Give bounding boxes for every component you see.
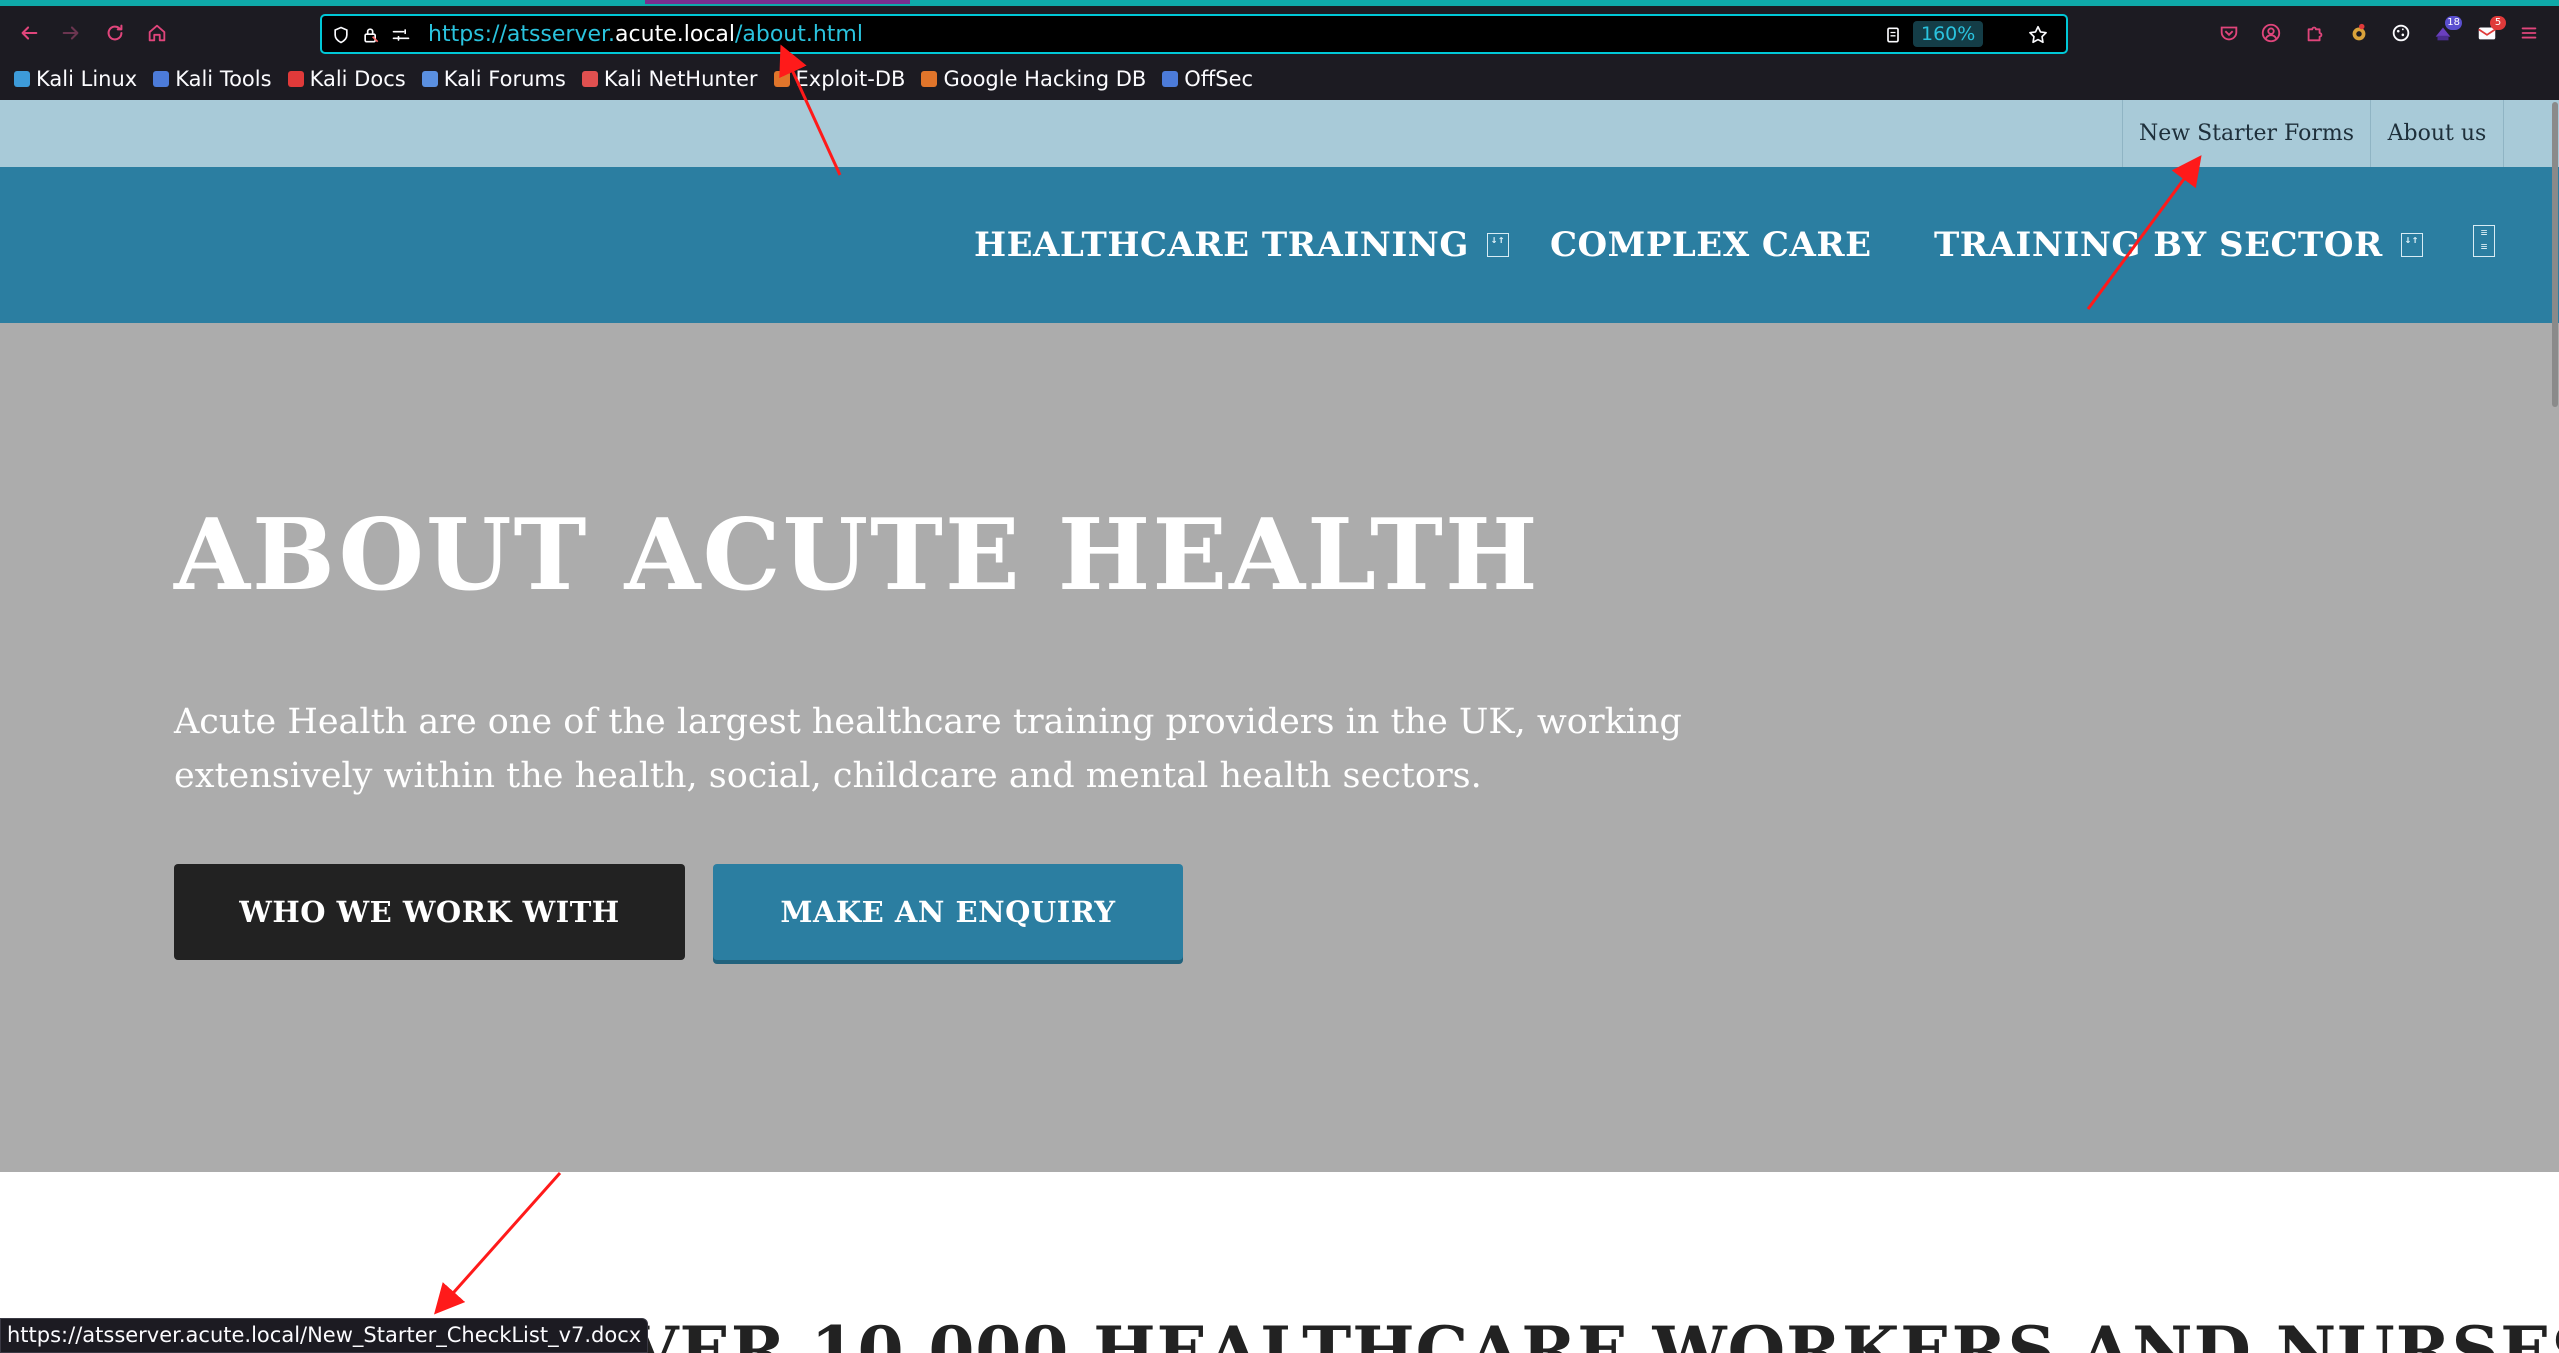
main-navigation: HEALTHCARE TRAINING ↓↑ COMPLEX CARE TRAI…: [0, 167, 2559, 323]
kali-forums-icon: [421, 71, 438, 87]
back-button[interactable]: [14, 18, 44, 48]
nav-label: COMPLEX CARE: [1550, 225, 1872, 265]
url-path: /about.html: [734, 22, 863, 47]
url-prefix: https://atsserver.: [428, 22, 616, 47]
reload-icon: [107, 24, 123, 41]
address-bar[interactable]: https://atsserver.acute.local/about.html…: [320, 14, 2068, 54]
bookmarks-toolbar: Kali Linux Kali Tools Kali Docs Kali For…: [0, 62, 2559, 96]
notification-extension-icon[interactable]: 18: [2430, 16, 2462, 46]
forward-arrow-icon: [62, 26, 79, 40]
bookmark-kali-docs[interactable]: Kali Docs: [287, 67, 406, 91]
make-an-enquiry-button[interactable]: MAKE AN ENQUIRY: [713, 864, 1183, 960]
kali-dragon-icon: [14, 71, 30, 87]
utility-bar: New Starter Forms About us: [0, 100, 2559, 167]
stats-heading: OVER 10,000 HEALTHCARE WORKERS AND NURSE…: [570, 1312, 2559, 1353]
url-host: acute.local: [615, 22, 735, 47]
page-scrollbar-thumb[interactable]: [2552, 102, 2558, 407]
active-tab-indicator[interactable]: [645, 0, 910, 4]
home-icon: [148, 24, 166, 42]
bookmark-label: Kali NetHunter: [603, 67, 758, 91]
bookmark-label: Kali Docs: [309, 67, 406, 91]
back-arrow-icon: [21, 26, 38, 40]
about-us-link[interactable]: About us: [2370, 100, 2504, 167]
nethunter-icon: [581, 71, 598, 87]
nav-healthcare-training[interactable]: HEALTHCARE TRAINING ↓↑: [974, 167, 1509, 323]
zoom-level-button[interactable]: 160%: [1913, 21, 1984, 47]
reload-button[interactable]: [100, 18, 130, 48]
browser-chrome: https://atsserver.acute.local/about.html…: [0, 0, 2559, 100]
page-title: ABOUT ACUTE HEALTH: [174, 498, 1540, 613]
exploit-db-icon: [773, 71, 790, 87]
nav-label: HEALTHCARE TRAINING: [974, 225, 1469, 265]
bookmark-kali-forums[interactable]: Kali Forums: [421, 67, 566, 91]
tracking-shield-icon[interactable]: [330, 24, 352, 46]
dropdown-caret-icon[interactable]: ↓↑: [2400, 233, 2423, 257]
account-icon[interactable]: [2258, 20, 2284, 46]
bookmark-label: OffSec: [1184, 67, 1254, 91]
window-top-accent: [0, 0, 2559, 6]
web-page: New Starter Forms About us HEALTHCARE TR…: [0, 100, 2559, 1353]
dropdown-caret-icon[interactable]: ↓↑: [1486, 233, 1509, 257]
link-status-tooltip: https://atsserver.acute.local/New_Starte…: [0, 1318, 649, 1353]
mail-count-badge: 5: [2490, 16, 2506, 30]
bookmark-label: Exploit-DB: [795, 67, 906, 91]
kali-tools-icon: [153, 71, 170, 87]
bookmark-offsec[interactable]: OffSec: [1162, 67, 1253, 91]
reader-view-icon[interactable]: [1882, 24, 1904, 46]
bookmark-label: Google Hacking DB: [943, 67, 1147, 91]
offsec-icon: [1162, 71, 1179, 87]
bookmark-kali-tools[interactable]: Kali Tools: [153, 67, 272, 91]
hamburger-menu-icon[interactable]: ≡ ≡: [2473, 225, 2495, 257]
extensions-puzzle-icon[interactable]: [2302, 20, 2328, 46]
new-starter-forms-link[interactable]: New Starter Forms: [2122, 100, 2370, 167]
extension-foxy-icon[interactable]: [2346, 20, 2372, 46]
bookmark-label: Kali Tools: [175, 67, 272, 91]
kali-docs-icon: [287, 71, 304, 87]
url-text[interactable]: https://atsserver.acute.local/about.html: [428, 22, 863, 47]
bookmark-google-hacking-db[interactable]: Google Hacking DB: [921, 67, 1146, 91]
bookmark-exploit-db[interactable]: Exploit-DB: [773, 67, 906, 91]
home-button[interactable]: [142, 18, 172, 48]
nav-complex-care[interactable]: COMPLEX CARE: [1550, 167, 1872, 323]
notification-count-badge: 18: [2445, 16, 2462, 30]
bookmark-kali-nethunter[interactable]: Kali NetHunter: [581, 67, 758, 91]
cookie-extension-icon[interactable]: [2388, 20, 2414, 46]
nav-training-by-sector[interactable]: TRAINING BY SECTOR ↓↑: [1934, 167, 2423, 323]
mail-extension-icon[interactable]: 5: [2474, 16, 2506, 46]
pocket-icon[interactable]: [2216, 20, 2242, 46]
nav-label: TRAINING BY SECTOR: [1934, 225, 2383, 265]
app-menu-icon[interactable]: [2516, 20, 2542, 46]
bookmark-kali-linux[interactable]: Kali Linux: [14, 67, 137, 91]
who-we-work-with-button[interactable]: WHO WE WORK WITH: [174, 864, 685, 960]
ghdb-icon: [921, 71, 938, 87]
forward-button[interactable]: [56, 18, 86, 48]
bookmark-label: Kali Forums: [443, 67, 566, 91]
permissions-icon[interactable]: [390, 24, 412, 46]
bookmark-label: Kali Linux: [36, 67, 138, 91]
hero-description: Acute Health are one of the largest heal…: [174, 702, 1682, 796]
bookmark-star-icon[interactable]: [2027, 24, 2049, 46]
hero-section: ABOUT ACUTE HEALTH Acute Health are one …: [0, 323, 2559, 1172]
insecure-lock-icon[interactable]: [360, 24, 382, 46]
